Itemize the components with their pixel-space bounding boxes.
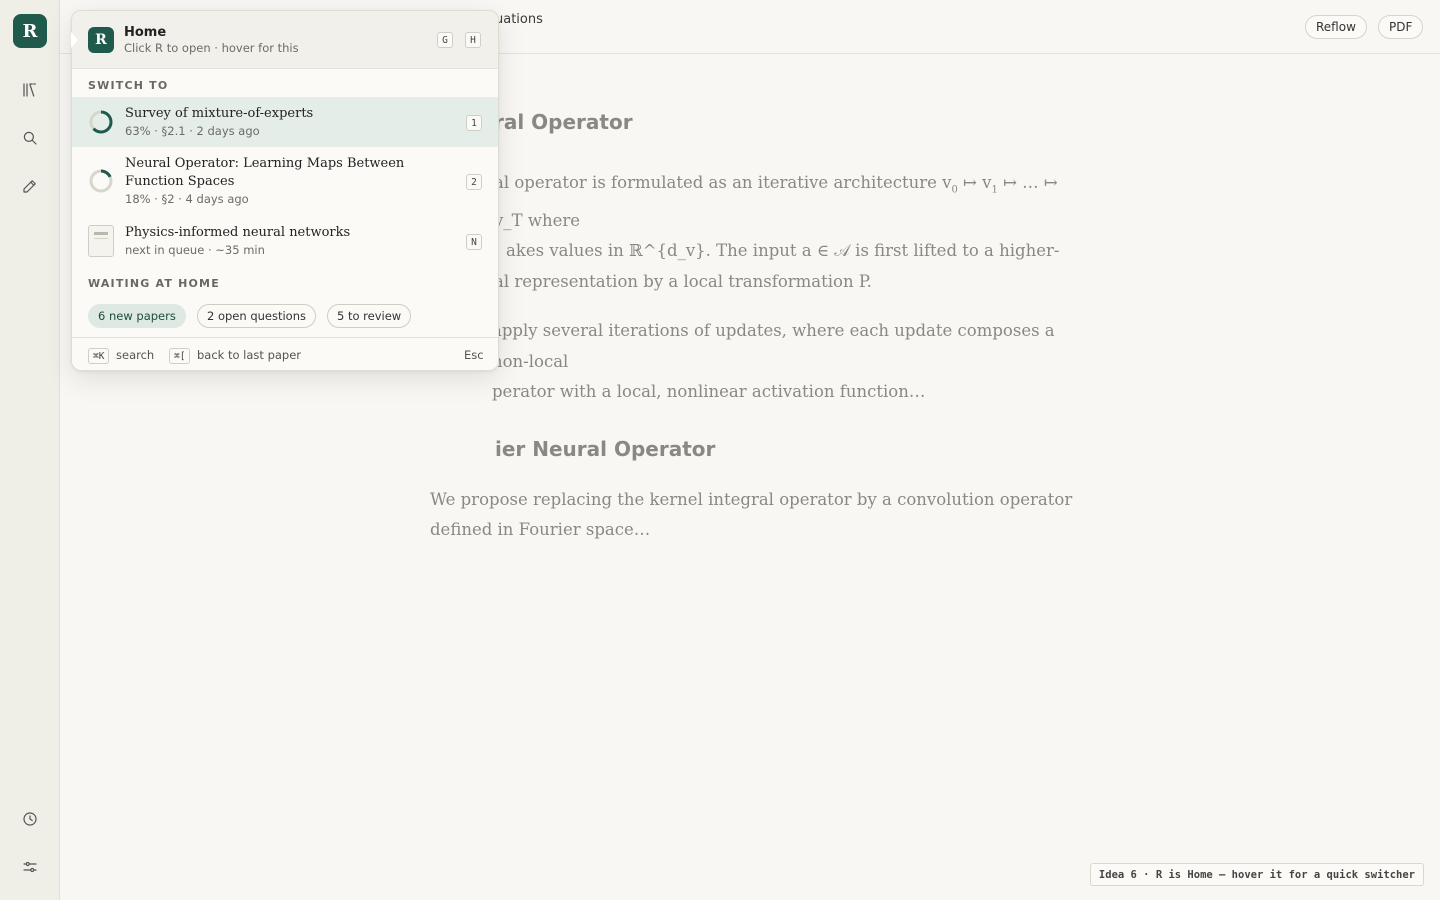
shortcut-key: ⌘K [88,348,110,364]
switch-to-label: SWITCH TO [88,79,169,92]
shortcut-key: N [466,234,482,250]
switcher-footer: ⌘K search ⌘[ back to last paper Esc [72,337,498,370]
home-logo-button[interactable]: R [13,14,47,48]
switcher-item-survey-moe[interactable]: Survey of mixture-of-experts 63% · §2.1 … [72,97,498,147]
paragraph: We propose replacing the kernel integral… [430,489,1073,540]
section-heading: ral Operator [494,110,633,134]
document-title: uations [495,12,543,27]
paragraph: apply several iterations of updates, whe… [492,321,1055,402]
switcher-item-neural-operator[interactable]: Neural Operator: Learning Maps Between F… [72,147,498,211]
progress-ring-icon [89,169,113,193]
search-hint[interactable]: search [116,348,154,362]
home-title: Home [124,25,167,40]
item-title: Survey of mixture-of-experts [125,106,314,121]
item-title: Physics-informed neural networks [125,225,351,240]
to-review-chip[interactable]: 5 to review [327,304,412,328]
item-meta: next in queue · ~35 min [125,243,265,257]
shortcut-key: 2 [466,174,482,190]
quick-switcher-popover: R Home Click R to open · hover for this … [71,10,499,371]
library-icon[interactable] [18,78,42,102]
shortcut-key: H [465,32,481,48]
progress-ring-icon [89,110,113,134]
document-thumbnail-icon [88,225,114,257]
pdf-button[interactable]: PDF [1378,15,1424,39]
item-meta: 18% · §2 · 4 days ago [125,192,249,206]
esc-hint[interactable]: Esc [464,348,484,362]
document-body: ral Operator al operator is formulated a… [430,100,1080,565]
paragraph: al operator is formulated as an iterativ… [494,173,1060,291]
back-to-last-paper-hint[interactable]: back to last paper [197,348,301,362]
search-icon[interactable] [18,126,42,150]
shortcut-key: 1 [466,115,482,131]
open-questions-chip[interactable]: 2 open questions [197,304,317,328]
pencil-icon[interactable] [18,174,42,198]
reflow-button[interactable]: Reflow [1305,15,1367,39]
idea-tip-badge: Idea 6 · R is Home — hover it for a quic… [1089,863,1424,886]
home-logo-icon: R [88,27,114,53]
switcher-home-header[interactable]: R Home Click R to open · hover for this … [72,11,498,69]
waiting-at-home-label: WAITING AT HOME [88,277,220,290]
item-title: Neural Operator: Learning Maps Between F… [125,156,405,189]
popover-caret [71,32,78,48]
item-meta: 63% · §2.1 · 2 days ago [125,124,260,138]
new-papers-chip[interactable]: 6 new papers [88,304,186,328]
shortcut-key: G [437,32,453,48]
section-heading: ier Neural Operator [495,436,716,461]
settings-sliders-icon[interactable] [18,855,42,879]
left-rail: R [0,0,60,900]
history-icon[interactable] [18,807,42,831]
shortcut-key: ⌘[ [169,348,191,364]
home-subtitle: Click R to open · hover for this [124,41,299,55]
switcher-item-pinn[interactable]: Physics-informed neural networks next in… [72,217,498,269]
